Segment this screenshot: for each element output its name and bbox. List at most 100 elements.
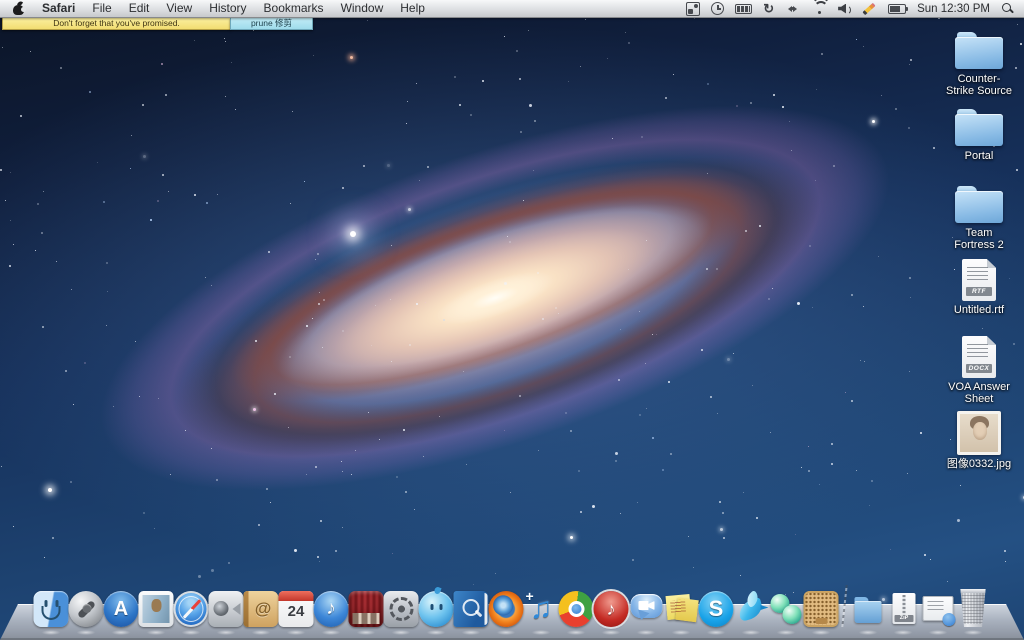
icon-glyph: S (699, 591, 734, 627)
spaces-icon[interactable] (785, 4, 800, 14)
desktop-icon-column: Counter- Strike Source Portal Team Fortres… (934, 26, 1024, 488)
icon-glyph: ♪ (314, 591, 349, 627)
input-menu-icon[interactable] (686, 2, 700, 16)
dock-item-green-orbs[interactable] (769, 591, 804, 627)
icon-glyph: ♪ (594, 591, 629, 627)
dock-item-photo-booth[interactable] (349, 591, 384, 627)
menu-history[interactable]: History (209, 0, 246, 17)
app-menu-title[interactable]: Safari (42, 0, 75, 17)
desktop-icon-document-4[interactable]: DOCXVOA Answer Sheet (934, 334, 1024, 411)
sticky-note-yellow[interactable]: Don't forget that you've promised. (2, 18, 231, 30)
mail-icon (139, 591, 174, 627)
dock-item-launchpad[interactable] (69, 591, 104, 627)
dock-item-system-preferences[interactable] (384, 591, 419, 627)
bright-star (48, 488, 52, 492)
dock-item-itunes[interactable]: ♪ (314, 591, 349, 627)
green-orbs-icon (769, 591, 804, 627)
menu-help[interactable]: Help (400, 0, 425, 17)
icon-text: 24 (279, 604, 314, 619)
trash-icon (958, 589, 988, 627)
sticky-note-cyan[interactable]: prune 修剪 (230, 18, 313, 30)
icon-text: ZIP (895, 615, 914, 622)
documents-folder-icon (851, 591, 886, 627)
dock-item-bird[interactable] (734, 591, 769, 627)
finder-icon (34, 591, 69, 627)
launchpad-icon (69, 591, 104, 627)
dock-item-safari[interactable] (174, 591, 209, 627)
menu-view[interactable]: View (166, 0, 192, 17)
dock-item-address-book[interactable]: @ (244, 591, 279, 627)
folder-icon (955, 186, 1003, 224)
dock-item-skype[interactable]: S (699, 591, 734, 627)
wallpaper (0, 0, 1024, 640)
dock-item-music-notes[interactable]: ♫ (524, 591, 559, 627)
system-preferences-icon (384, 591, 419, 627)
image-icon (957, 411, 1001, 455)
menu-file[interactable]: File (92, 0, 111, 17)
ical-icon: 24 (279, 591, 314, 627)
bright-star (570, 536, 573, 539)
desktop-icon-label: Counter- Strike Source (946, 73, 1012, 98)
dock-item-downloads-window[interactable] (921, 591, 956, 627)
music-notes-icon: ♫ (524, 591, 559, 627)
menu-bookmarks[interactable]: Bookmarks (264, 0, 324, 17)
menu-bar: Safari File Edit View History Bookmarks … (0, 0, 1024, 18)
file-type-badge: DOCX (966, 364, 992, 373)
document-icon: RTF (962, 259, 996, 301)
skype-icon: S (699, 591, 734, 627)
dock-item-stickies[interactable] (664, 591, 699, 627)
spotlight-icon[interactable] (1001, 2, 1014, 15)
photo-booth-icon (349, 591, 384, 627)
keyboard-battery-icon[interactable] (735, 4, 752, 14)
desktop-icon-folder-1[interactable]: Portal (934, 103, 1024, 180)
dock-item-finder[interactable] (34, 591, 69, 627)
folder-icon (955, 109, 1003, 147)
dock-item-zip-file[interactable]: ZIP (886, 591, 921, 627)
andromeda-galaxy (20, 0, 969, 611)
volume-icon[interactable] (838, 4, 851, 14)
dock-item-ichat[interactable] (629, 591, 664, 627)
facetime-icon (209, 591, 244, 627)
dock-item-chrome[interactable] (559, 591, 594, 627)
dock-item-qq[interactable] (419, 591, 454, 627)
menu-edit[interactable]: Edit (129, 0, 150, 17)
app-store-icon: A (104, 591, 139, 627)
menu-bar-clock[interactable]: Sun 12:30 PM (917, 3, 990, 15)
desktop-icon-label: Untitled.rtf (954, 304, 1004, 316)
bright-star (872, 120, 875, 123)
desktop-icon-document-3[interactable]: RTF Untitled.rtf (934, 257, 1024, 334)
red-music-icon: ♪ (594, 591, 629, 627)
folder-icon (955, 32, 1003, 70)
dock-item-trash[interactable] (956, 589, 991, 627)
apple-menu-icon[interactable] (12, 1, 25, 16)
desktop-icon-image-5[interactable]: 图像0332.jpg (934, 411, 1024, 488)
icon-glyph: ♫ (524, 591, 559, 627)
document-icon: DOCX (962, 336, 996, 378)
desktop-icon-folder-0[interactable]: Counter- Strike Source (934, 26, 1024, 103)
desktop-icon-label: Portal (965, 150, 994, 162)
dock-item-app-store[interactable]: A (104, 591, 139, 627)
dock-item-documents-folder[interactable] (851, 591, 886, 627)
safari-icon (174, 591, 209, 627)
dock-item-red-music[interactable]: ♪ (594, 591, 629, 627)
icon-glyph: A (104, 591, 139, 627)
chrome-icon (559, 591, 594, 627)
time-machine-icon[interactable] (711, 2, 724, 15)
dock-item-speaker-box[interactable] (804, 591, 839, 627)
wifi-icon[interactable] (811, 3, 827, 14)
dock-item-ical[interactable]: 24 (279, 591, 314, 627)
menu-window[interactable]: Window (341, 0, 384, 17)
battery-icon[interactable] (888, 4, 906, 14)
speaker-box-icon (804, 591, 839, 627)
dock-item-facetime[interactable] (209, 591, 244, 627)
dock-item-mail[interactable] (139, 591, 174, 627)
stickies-icon (664, 591, 699, 627)
sync-icon[interactable]: ↻ (763, 2, 774, 16)
dock-item-firefox[interactable] (489, 591, 524, 627)
desktop-icon-label: Team Fortress 2 (954, 227, 1004, 252)
dock-item-dictionary[interactable] (454, 591, 489, 627)
zip-file-icon: ZIP (886, 591, 921, 627)
pencil-input-icon[interactable] (862, 2, 877, 16)
desktop-icon-folder-2[interactable]: Team Fortress 2 (934, 180, 1024, 257)
firefox-icon (489, 591, 524, 627)
